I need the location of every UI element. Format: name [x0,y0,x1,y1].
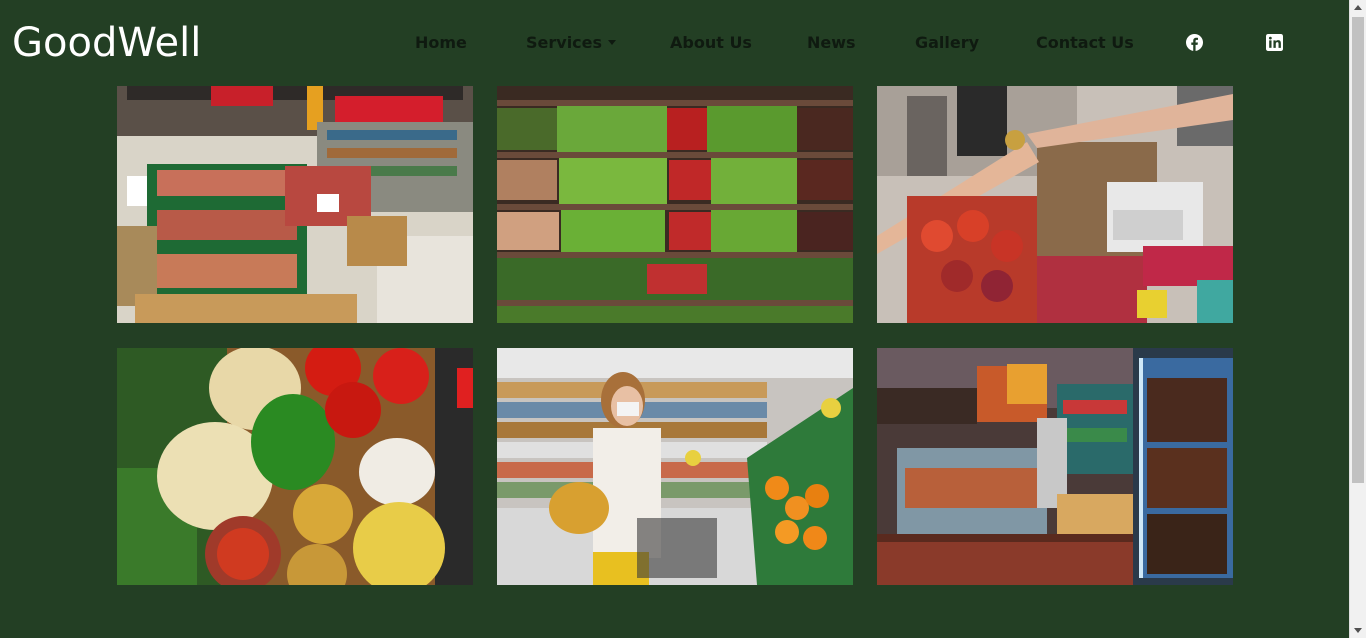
linkedin-icon[interactable] [1266,34,1283,51]
nav-services[interactable]: Services [526,32,617,54]
scroll-up-icon[interactable] [1354,5,1362,10]
nav-contact-us[interactable]: Contact Us [1036,32,1134,54]
nav-services-label: Services [526,33,603,52]
gallery-image-2[interactable] [497,86,853,323]
nav-news[interactable]: News [807,32,856,54]
page: GoodWell Home Services About Us News Gal… [0,0,1349,638]
facebook-icon[interactable] [1186,34,1203,51]
gallery-image-6[interactable] [877,348,1233,585]
vertical-scrollbar[interactable] [1349,0,1366,638]
nav-gallery[interactable]: Gallery [915,32,979,54]
scrollbar-thumb[interactable] [1352,17,1364,483]
gallery-image-5[interactable] [497,348,853,585]
gallery-image-3[interactable] [877,86,1233,323]
brand-logo[interactable]: GoodWell [12,18,201,68]
chevron-down-icon [608,40,617,45]
nav-about-us[interactable]: About Us [670,32,752,54]
nav-home[interactable]: Home [415,32,467,54]
scroll-down-icon[interactable] [1354,628,1362,633]
gallery-image-4[interactable] [117,348,473,585]
gallery-image-1[interactable] [117,86,473,323]
